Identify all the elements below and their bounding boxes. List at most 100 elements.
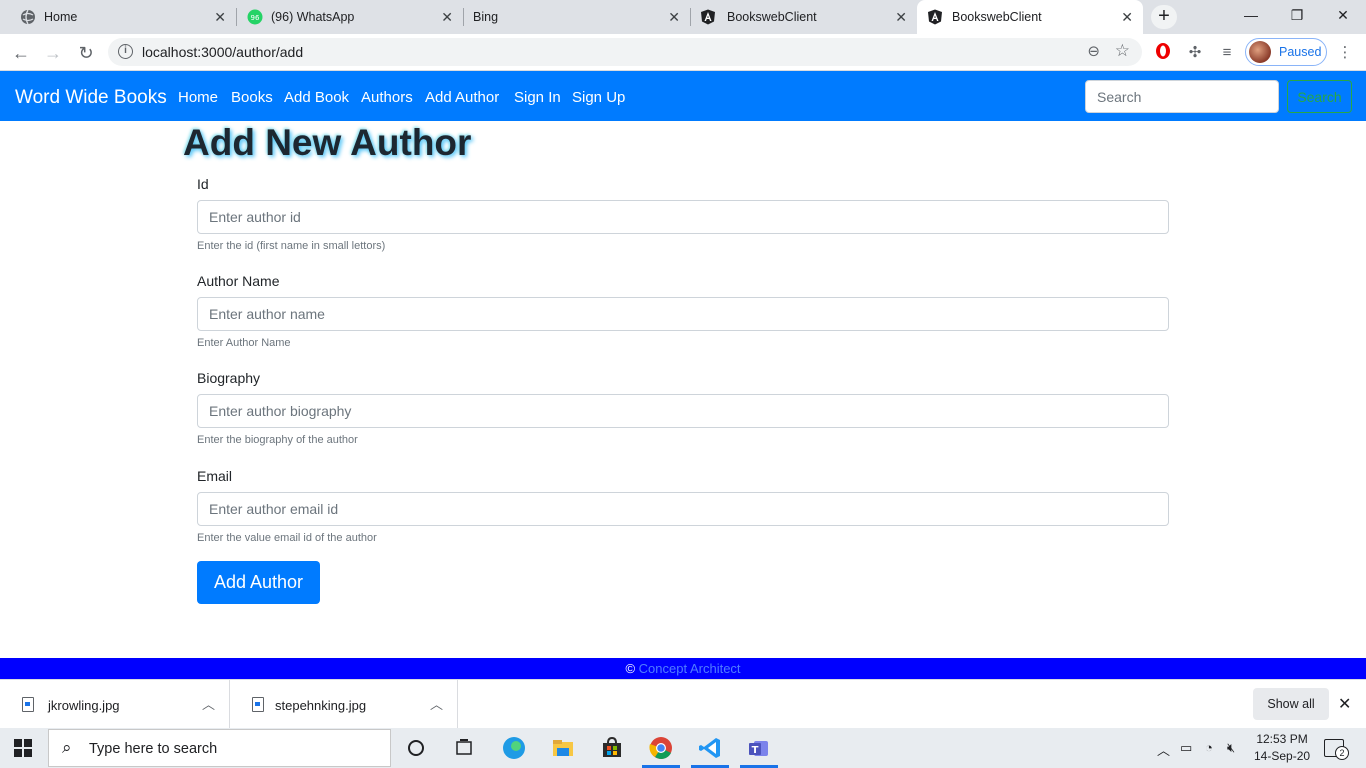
new-tab-button[interactable]: +: [1151, 5, 1177, 29]
download-filename: stepehnking.jpg: [275, 698, 367, 713]
tab-title: BookswebClient: [952, 10, 1042, 24]
nav-link-add-book[interactable]: Add Book: [284, 89, 349, 106]
chevron-up-icon[interactable]: ︿: [1157, 740, 1170, 759]
back-button[interactable]: ←: [8, 40, 34, 66]
biography-input[interactable]: [197, 394, 1169, 428]
close-icon[interactable]: ✕: [668, 9, 680, 25]
app-navbar: Word Wide Books Home Books Add Book Auth…: [0, 71, 1366, 121]
biography-label: Biography: [197, 370, 261, 386]
chrome-icon[interactable]: [647, 734, 675, 762]
minimize-button[interactable]: —: [1228, 0, 1274, 30]
svg-text:T: T: [752, 745, 759, 756]
author-name-label: Author Name: [197, 273, 280, 289]
tab-title: Home: [44, 10, 78, 24]
email-label: Email: [197, 468, 233, 484]
zoom-icon[interactable]: ⊖: [1087, 42, 1100, 60]
store-icon[interactable]: [598, 734, 626, 762]
tab-home[interactable]: Home ✕: [0, 0, 236, 34]
id-help-text: Enter the id (first name in small lettor…: [197, 240, 386, 252]
page-title: Add New Author: [183, 122, 472, 163]
extensions-puzzle-icon[interactable]: ✣: [1184, 42, 1206, 64]
bookmark-star-icon[interactable]: ☆: [1115, 41, 1130, 61]
nav-link-authors[interactable]: Authors: [361, 89, 413, 106]
tab-title: Bing: [473, 10, 499, 24]
profile-status: Paused: [1279, 45, 1322, 59]
taskbar-search-box[interactable]: ⌕ Type here to search: [48, 729, 391, 767]
tab-whatsapp[interactable]: 96 (96) WhatsApp ✕: [236, 0, 463, 34]
tab-bing[interactable]: Bing ✕: [463, 0, 690, 34]
id-label: Id: [197, 176, 209, 192]
page-footer: © Concept Architect: [0, 658, 1366, 679]
nav-search-button[interactable]: Search: [1287, 80, 1352, 113]
tab-bookswebclient[interactable]: BookswebClient ✕: [690, 0, 917, 34]
angular-icon: [928, 9, 942, 25]
battery-icon[interactable]: ▭: [1180, 740, 1192, 756]
task-view-icon[interactable]: [450, 734, 478, 762]
taskbar-clock[interactable]: 12:53 PM 14-Sep-20: [1254, 731, 1310, 765]
tab-bookswebclient-active[interactable]: BookswebClient ✕: [917, 0, 1143, 34]
whatsapp-badge: 96: [251, 14, 260, 22]
cortana-icon[interactable]: [402, 734, 430, 762]
notification-badge: 2: [1335, 746, 1349, 760]
chevron-up-icon[interactable]: ︿: [202, 694, 215, 713]
author-id-input[interactable]: [197, 200, 1169, 234]
angular-icon: [701, 9, 715, 25]
copyright-symbol: ©: [625, 661, 636, 676]
download-item[interactable]: jkrowling.jpg ︿: [0, 680, 230, 729]
wifi-icon[interactable]: ◔: [1205, 740, 1213, 755]
image-file-icon: [252, 697, 264, 712]
address-bar[interactable]: i localhost:3000/author/add ⊖ ☆: [108, 38, 1142, 66]
browser-toolbar: ← → ↻ i localhost:3000/author/add ⊖ ☆ ✣ …: [0, 34, 1366, 71]
close-icon[interactable]: ✕: [441, 9, 453, 25]
tab-title: BookswebClient: [727, 10, 817, 24]
restore-button[interactable]: ❐: [1274, 0, 1320, 30]
download-shelf: jkrowling.jpg ︿ stepehnking.jpg ︿ Show a…: [0, 679, 1366, 729]
chevron-up-icon[interactable]: ︿: [430, 694, 443, 713]
close-icon[interactable]: ✕: [214, 9, 226, 25]
tab-title: (96) WhatsApp: [271, 10, 355, 24]
show-all-button[interactable]: Show all: [1253, 688, 1329, 720]
clock-time: 12:53 PM: [1256, 732, 1308, 746]
download-filename: jkrowling.jpg: [48, 698, 120, 713]
nav-link-add-author[interactable]: Add Author: [425, 89, 499, 106]
profile-button[interactable]: Paused: [1245, 38, 1327, 66]
avatar: [1249, 41, 1271, 63]
window-close-button[interactable]: ✕: [1320, 0, 1366, 30]
nav-link-sign-in[interactable]: Sign In: [514, 89, 561, 106]
brand-logo[interactable]: Word Wide Books: [15, 87, 167, 109]
add-author-button[interactable]: Add Author: [197, 561, 320, 604]
close-icon[interactable]: ✕: [1338, 694, 1351, 714]
windows-taskbar: ⌕ Type here to search T ︿ ▭ ◔ 🔇︎ 12:53 P…: [0, 728, 1366, 768]
opera-extension-icon[interactable]: [1152, 42, 1174, 64]
nav-link-books[interactable]: Books: [231, 89, 273, 106]
author-name-input[interactable]: [197, 297, 1169, 331]
email-help-text: Enter the value email id of the author: [197, 532, 377, 544]
close-icon[interactable]: ✕: [1121, 9, 1133, 25]
email-input[interactable]: [197, 492, 1169, 526]
browser-tab-strip: Home ✕ 96 (96) WhatsApp ✕ Bing ✕ Bookswe…: [0, 0, 1366, 34]
biography-help-text: Enter the biography of the author: [197, 434, 358, 446]
footer-link[interactable]: Concept Architect: [639, 661, 741, 676]
globe-icon: [21, 9, 35, 25]
teams-icon[interactable]: T: [745, 734, 773, 762]
author-name-help-text: Enter Author Name: [197, 337, 291, 349]
site-info-icon[interactable]: i: [118, 44, 133, 59]
edge-icon[interactable]: [500, 734, 528, 762]
forward-button[interactable]: →: [40, 40, 66, 66]
more-menu-icon[interactable]: ⋮: [1334, 42, 1356, 64]
nav-link-sign-up[interactable]: Sign Up: [572, 89, 625, 106]
volume-muted-icon[interactable]: 🔇︎: [1227, 740, 1235, 756]
file-explorer-icon[interactable]: [549, 734, 577, 762]
whatsapp-icon: 96: [247, 9, 263, 25]
reload-button[interactable]: ↻: [73, 40, 99, 66]
nav-link-home[interactable]: Home: [178, 89, 218, 106]
nav-search-input[interactable]: [1085, 80, 1279, 113]
close-icon[interactable]: ✕: [895, 9, 907, 25]
notification-icon[interactable]: 2: [1324, 739, 1349, 760]
clock-date: 14-Sep-20: [1254, 749, 1311, 763]
url-text: localhost:3000/author/add: [142, 44, 304, 60]
reading-list-icon[interactable]: ≡: [1216, 42, 1238, 64]
vscode-icon[interactable]: [696, 734, 724, 762]
download-item[interactable]: stepehnking.jpg ︿: [230, 680, 458, 729]
windows-start-icon[interactable]: [14, 739, 32, 757]
